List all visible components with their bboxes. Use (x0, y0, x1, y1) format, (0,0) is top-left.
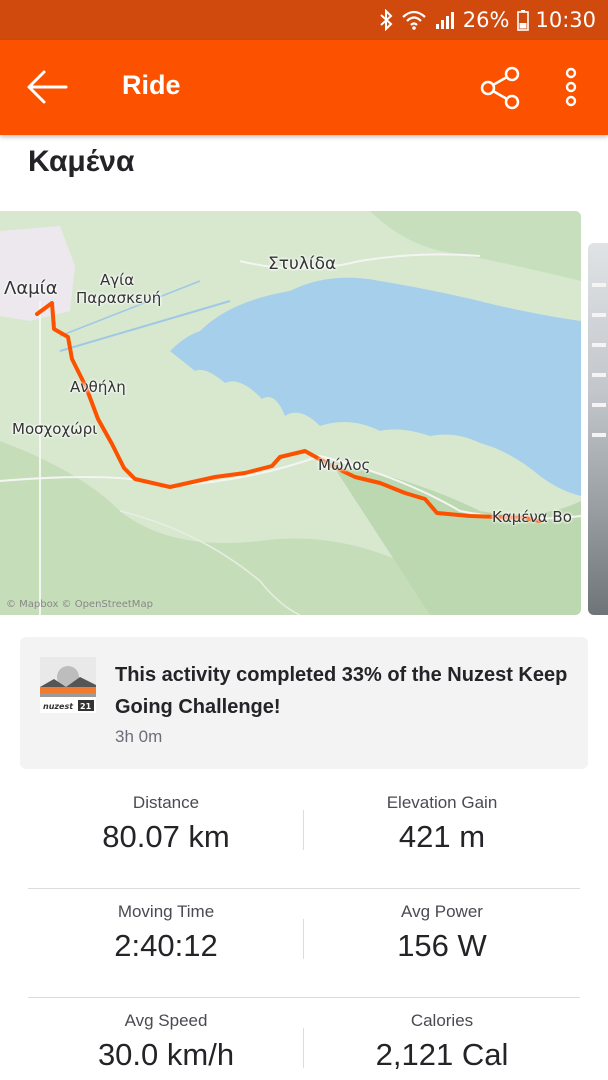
stat-label: Moving Time (117, 902, 215, 921)
stat-distance: Distance 80.07 km (28, 780, 304, 855)
stat-moving-time: Moving Time 2:40:12 (28, 889, 304, 964)
clock: 10:30 (535, 8, 596, 32)
badge-number: 21 (80, 702, 92, 711)
challenge-card[interactable]: nuzest 21 This activity completed 33% of… (20, 637, 588, 769)
stat-calories: Calories 2,121 Cal (304, 998, 580, 1073)
stat-elevation-gain: Elevation Gain 421 m (304, 780, 580, 855)
map-label-stylida: Στυλίδα (268, 254, 337, 274)
challenge-badge-icon: nuzest 21 (40, 657, 96, 713)
stat-label: Avg Power (401, 902, 483, 921)
app-bar: Ride (0, 40, 608, 135)
stat-avg-speed: Avg Speed 30.0 km/h (28, 998, 304, 1073)
stats-row: Moving Time 2:40:12 Avg Power 156 W (28, 889, 580, 998)
stats-row: Distance 80.07 km Elevation Gain 421 m (28, 780, 580, 889)
activity-title: Καμένα (28, 145, 135, 178)
bluetooth-icon (379, 9, 393, 31)
stat-value: 2,121 Cal (375, 1037, 509, 1072)
map-label-paraskevi: Παρασκευή (76, 289, 162, 307)
map-label-molos: Μώλος (318, 456, 371, 474)
stats-row: Avg Speed 30.0 km/h Calories 2,121 Cal (28, 998, 580, 1080)
map-label-agia: Αγία (100, 271, 135, 289)
stat-label: Calories (410, 1011, 474, 1030)
stat-value: 30.0 km/h (97, 1037, 235, 1072)
back-arrow-icon (27, 70, 68, 104)
battery-icon (517, 9, 530, 31)
badge-brand: nuzest (43, 702, 74, 711)
map-label-anthili: Ανθήλη (70, 378, 126, 396)
stat-label: Elevation Gain (386, 793, 498, 812)
share-icon (480, 66, 520, 110)
stat-avg-power: Avg Power 156 W (304, 889, 580, 964)
stat-value: 80.07 km (102, 819, 230, 854)
map-label-lamia: Λαμία (4, 278, 58, 299)
signal-icon (435, 10, 457, 30)
stat-label: Avg Speed (124, 1011, 208, 1030)
challenge-duration: 3h 0m (115, 727, 163, 746)
stat-value: 2:40:12 (114, 928, 218, 963)
challenge-description: This activity completed 33% of the Nuzes… (115, 664, 568, 718)
share-button[interactable] (476, 64, 524, 112)
stat-value: 156 W (397, 928, 487, 963)
back-button[interactable] (22, 67, 70, 107)
map-attribution: © Mapbox © OpenStreetMap (6, 599, 153, 610)
stats-grid: Distance 80.07 km Elevation Gain 421 m M… (28, 780, 580, 1080)
stat-label: Distance (132, 793, 200, 812)
more-options-button[interactable] (556, 64, 586, 112)
status-bar: 26% 10:30 (0, 0, 608, 40)
more-vert-icon (565, 67, 577, 107)
map-label-kamena-vourla: Καμένα Βο (492, 508, 572, 526)
battery-percent: 26% (462, 8, 510, 32)
stat-value: 421 m (398, 819, 486, 854)
activity-photo-thumbnail[interactable] (588, 243, 608, 615)
map-label-moschochori: Μοσχοχώρι (12, 420, 98, 438)
page-title: Ride (122, 70, 181, 100)
route-map[interactable]: Λαμία Αγία Παρασκευή Στυλίδα Ανθήλη Μοσχ… (0, 211, 581, 615)
wifi-icon (401, 10, 427, 30)
